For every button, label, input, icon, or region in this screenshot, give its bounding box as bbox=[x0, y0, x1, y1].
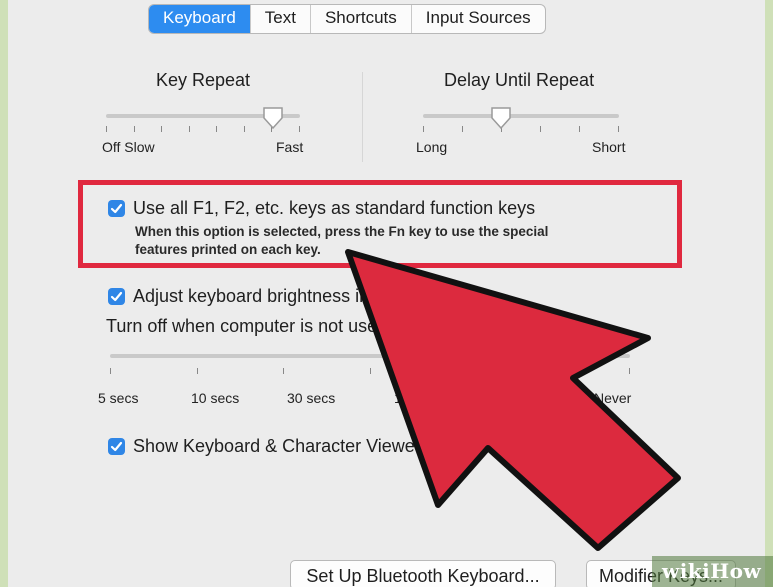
keyboard-preferences-pane: Keyboard Text Shortcuts Input Sources Ke… bbox=[8, 0, 765, 587]
red-arrow-icon bbox=[345, 249, 681, 551]
wikihow-watermark: wikiHow bbox=[652, 556, 773, 587]
